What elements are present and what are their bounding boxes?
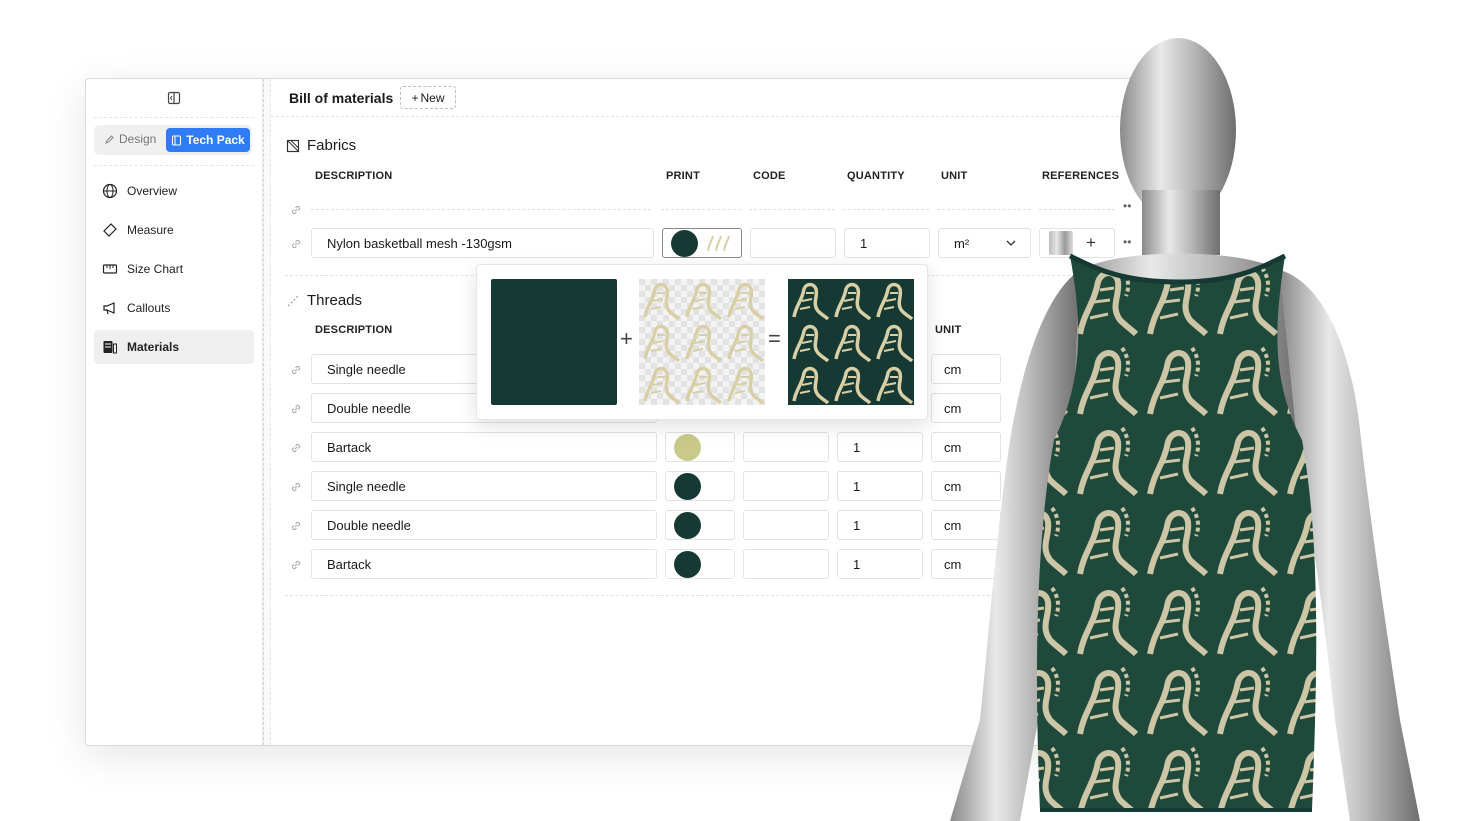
thread-color-swatch [674,551,701,578]
fabric-code-field[interactable] [750,228,836,258]
sidebar-item-label: Size Chart [127,262,184,276]
link-icon[interactable] [289,558,303,572]
sidebar-item-measure[interactable]: Measure [94,213,254,247]
sidebar-item-size-chart[interactable]: Size Chart [94,252,254,286]
link-icon[interactable] [289,203,303,217]
thread-color-cell[interactable] [665,432,735,462]
fabric-quantity-field[interactable]: 1 [844,228,930,258]
thread-quantity-field[interactable]: 1 [837,510,923,540]
print-preview-popup: + = [476,264,928,420]
thread-code-field[interactable] [743,432,829,462]
tab-tech-pack[interactable]: Tech Pack [166,128,250,152]
mode-switch: Design Tech Pack [94,125,252,155]
thread-color-swatch [674,473,701,500]
size-chart-icon [102,264,118,274]
mannequin-3d-preview [950,38,1420,821]
plus-icon: + [411,90,419,105]
link-icon[interactable] [289,519,303,533]
materials-icon [103,341,117,354]
fabric-icon [286,139,300,153]
sidebar: Design Tech Pack Overview Measure Size C… [86,79,263,745]
equals-operator: = [768,326,781,351]
empty-row-line [311,209,651,210]
link-icon[interactable] [289,480,303,494]
thread-color-swatch [674,434,701,461]
tab-design-label: Design [119,132,157,146]
thread-description-field[interactable]: Double needle [311,510,657,540]
col-description: DESCRIPTION [315,170,393,182]
section-title-threads: Threads [307,292,363,309]
thread-code-field[interactable] [743,471,829,501]
new-button-label: New [420,90,445,105]
sidebar-collapse-icon[interactable] [167,91,181,105]
base-color-tile [491,279,617,405]
empty-row-line [661,209,741,210]
thread-description-field[interactable]: Bartack [311,432,657,462]
col-print: PRINT [666,170,700,182]
result-pattern-tile [788,279,914,405]
thread-color-cell[interactable] [665,510,735,540]
thread-code-field[interactable] [743,510,829,540]
print-pattern-tile [639,279,765,405]
sidebar-separator [94,165,254,166]
col-description: DESCRIPTION [315,324,393,336]
sidebar-separator [94,117,254,118]
pencil-icon [105,134,114,144]
globe-icon [102,183,118,199]
resize-handle[interactable] [263,79,271,745]
sidebar-item-overview[interactable]: Overview [94,174,254,208]
tab-design[interactable]: Design [104,132,156,146]
empty-row-line [843,209,929,210]
col-quantity: QUANTITY [847,170,905,182]
sidebar-item-label: Callouts [127,301,171,315]
sidebar-item-label: Measure [127,223,174,237]
stage: Design Tech Pack Overview Measure Size C… [0,0,1458,821]
document-icon [172,135,182,145]
megaphone-icon [103,302,115,315]
section-title-fabrics: Fabrics [307,137,357,154]
sidebar-item-label: Materials [127,340,180,354]
thread-color-cell[interactable] [665,549,735,579]
thread-code-field[interactable] [743,549,829,579]
link-icon[interactable] [289,441,303,455]
print-selector[interactable] [662,228,742,258]
thread-quantity-field[interactable]: 1 [837,432,923,462]
fabric-color-swatch [671,230,698,257]
thread-color-cell[interactable] [665,471,735,501]
link-icon[interactable] [289,363,303,377]
empty-row-line [749,209,835,210]
ruler-icon [103,223,117,237]
col-code: CODE [753,170,786,182]
plus-operator: + [620,326,633,351]
link-icon[interactable] [289,402,303,416]
link-icon[interactable] [289,237,303,251]
thread-description-field[interactable]: Bartack [311,549,657,579]
fabric-description-field[interactable]: Nylon basketball mesh -130gsm [311,228,654,258]
thread-color-swatch [674,512,701,539]
sidebar-item-materials[interactable]: Materials [94,330,254,364]
thread-icon [287,295,299,307]
sidebar-item-label: Overview [127,184,178,198]
thread-quantity-field[interactable]: 1 [837,549,923,579]
thread-quantity-field[interactable]: 1 [837,471,923,501]
thread-description-field[interactable]: Single needle [311,471,657,501]
page-title: Bill of materials [289,90,394,106]
print-thumbnail [707,235,730,252]
sidebar-item-callouts[interactable]: Callouts [94,291,254,325]
new-button[interactable]: + New [400,86,456,109]
tab-tech-pack-label: Tech Pack [186,133,245,147]
